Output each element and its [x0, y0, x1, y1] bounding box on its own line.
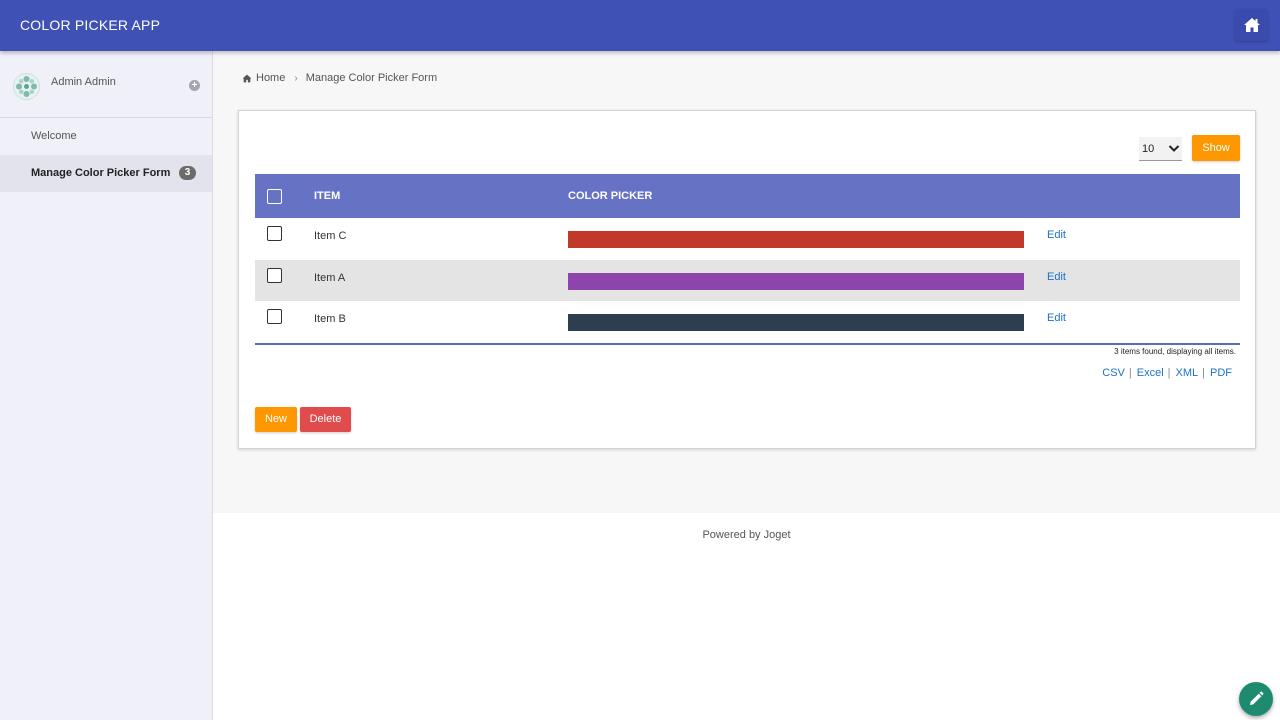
delete-button[interactable]: Delete: [300, 407, 351, 432]
items-found-text: 3 items found, displaying all items.: [1114, 347, 1236, 356]
home-button[interactable]: [1235, 9, 1268, 41]
color-swatch: [568, 231, 1024, 248]
table-row: Item B Edit: [255, 301, 1240, 343]
item-cell: Item C: [314, 230, 347, 242]
export-csv-link[interactable]: CSV: [1102, 367, 1125, 379]
sidebar-item-welcome[interactable]: Welcome: [0, 118, 212, 155]
chevron-down-icon: [1168, 145, 1180, 152]
table-header-row: ITEM COLOR PICKER: [255, 174, 1240, 218]
app-title[interactable]: COLOR PICKER APP: [20, 17, 160, 33]
row-checkbox[interactable]: [267, 309, 282, 324]
edit-link[interactable]: Edit: [1047, 271, 1240, 283]
breadcrumb-home-label: Home: [256, 72, 286, 84]
table-row: Item C Edit: [255, 218, 1240, 260]
select-all-checkbox[interactable]: [267, 188, 282, 204]
sidebar: Admin Admin + Welcome Manage Color Picke…: [0, 51, 213, 720]
page-size-value: 10: [1142, 143, 1155, 155]
edit-link[interactable]: Edit: [1047, 312, 1240, 324]
column-header-color-picker[interactable]: COLOR PICKER: [568, 174, 1047, 218]
show-button[interactable]: Show: [1192, 135, 1240, 161]
color-swatch: [568, 272, 1024, 290]
column-header-actions: [1047, 174, 1240, 218]
plus-circle-icon[interactable]: +: [189, 80, 200, 91]
avatar[interactable]: [13, 73, 40, 100]
profile-name[interactable]: Admin Admin: [51, 76, 116, 88]
pencil-icon: [1250, 691, 1264, 705]
sidebar-item-manage-color-picker-form[interactable]: Manage Color Picker Form 3: [0, 155, 212, 192]
breadcrumb-current: Manage Color Picker Form: [305, 72, 438, 84]
divider: |: [1167, 367, 1171, 379]
edit-floating-button[interactable]: [1239, 682, 1273, 716]
top-navbar: COLOR PICKER APP: [0, 0, 1280, 51]
count-badge: 3: [179, 166, 196, 180]
color-swatch: [568, 314, 1024, 331]
table-bottom-border: [255, 343, 1240, 345]
column-header-item[interactable]: ITEM: [314, 174, 568, 218]
divider: |: [1202, 367, 1205, 379]
item-cell: Item A: [314, 271, 346, 284]
row-checkbox[interactable]: [267, 226, 282, 241]
divider: |: [1128, 367, 1132, 379]
item-cell: Item B: [314, 313, 346, 325]
table-row: Item A Edit: [255, 259, 1240, 301]
page-size-select[interactable]: 10: [1139, 137, 1182, 161]
row-checkbox[interactable]: [267, 267, 282, 283]
export-xml-link[interactable]: XML: [1176, 367, 1199, 379]
export-links: CSV | Excel | XML | PDF: [1102, 367, 1232, 379]
export-excel-link[interactable]: Excel: [1137, 367, 1164, 379]
breadcrumb: Home › Manage Color Picker Form: [242, 72, 437, 84]
new-button[interactable]: New: [255, 407, 297, 432]
home-icon: [242, 74, 252, 82]
export-pdf-link[interactable]: PDF: [1210, 367, 1232, 379]
chevron-right-icon: ›: [294, 72, 298, 84]
footer: Powered by Joget: [213, 513, 1280, 541]
edit-link[interactable]: Edit: [1047, 229, 1240, 241]
main-content: Home › Manage Color Picker Form 10 Show …: [213, 51, 1280, 513]
home-icon: [1243, 18, 1260, 32]
breadcrumb-home[interactable]: Home: [242, 72, 285, 84]
footer-text: Powered by Joget: [702, 529, 791, 541]
sidebar-item-label: Welcome: [31, 130, 77, 142]
sidebar-item-label: Manage Color Picker Form: [31, 167, 171, 179]
data-table: ITEM COLOR PICKER Item C Edit Item A Edi…: [255, 174, 1240, 343]
datalist-panel: 10 Show ITEM COLOR PICKER Item C Edit It…: [238, 110, 1256, 449]
user-profile: Admin Admin +: [0, 51, 212, 118]
